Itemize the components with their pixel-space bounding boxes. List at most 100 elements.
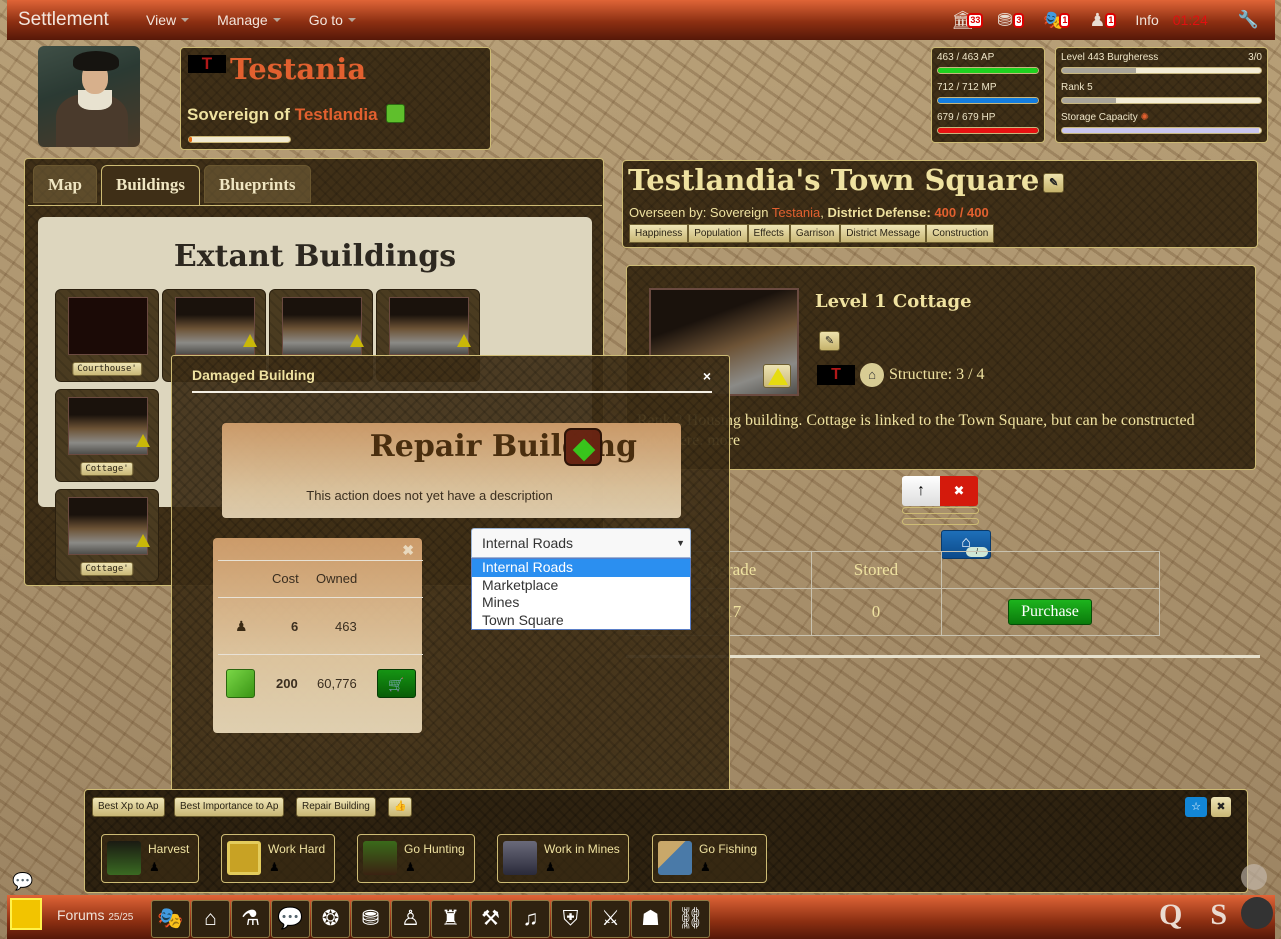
tab-bar: Map Buildings Blueprints	[33, 165, 311, 206]
compass-icon[interactable]	[1241, 864, 1267, 890]
realm-link[interactable]: Testlandia	[295, 105, 378, 124]
construction-button[interactable]: Construction	[926, 224, 995, 243]
menu-manage[interactable]: Manage	[217, 12, 281, 28]
info-link[interactable]: Info	[1135, 12, 1158, 28]
option-marketplace[interactable]: Marketplace	[472, 577, 690, 595]
gear-icon[interactable]: ✺	[1141, 112, 1149, 123]
close-icon[interactable]: ✖	[402, 542, 414, 559]
money-bag-icon[interactable]: ⛃	[351, 900, 390, 938]
cost-header: Cost	[272, 571, 299, 586]
job-label: Go Fishing	[699, 842, 758, 856]
warning-icon	[136, 534, 150, 547]
s-button[interactable]: S	[1210, 898, 1227, 932]
district-message-button[interactable]: District Message	[840, 224, 927, 243]
cost-value: 6	[291, 619, 299, 634]
purchase-button[interactable]: Purchase	[1008, 599, 1092, 625]
edit-icon[interactable]: ✎	[819, 331, 840, 351]
coins-badge: 3	[1013, 12, 1025, 28]
q-button[interactable]: Q	[1159, 898, 1182, 932]
house-icon[interactable]: ⌂	[191, 900, 230, 938]
best-importance-button[interactable]: Best Importance to Ap	[174, 797, 285, 817]
building-name[interactable]: Cottage'	[80, 562, 134, 576]
ap-stat: 463 / 463 AP	[937, 52, 1039, 74]
building-card[interactable]: Cottage'	[55, 489, 159, 582]
chat-icon[interactable]: 💬	[12, 872, 33, 892]
theater-masks-icon[interactable]: 🎭	[151, 900, 190, 938]
person-icon: ♟	[700, 860, 711, 874]
menu-view[interactable]: View	[146, 12, 190, 28]
brand-link[interactable]: Settlement	[18, 9, 146, 31]
effects-button[interactable]: Effects	[747, 224, 790, 243]
tab-map[interactable]: Map	[33, 165, 97, 203]
garrison-button[interactable]: Garrison	[789, 224, 841, 243]
job-go-fishing[interactable]: Go Fishing ♟	[652, 834, 767, 883]
repair-building-button[interactable]: Repair Building	[296, 797, 376, 817]
chevron-down-icon	[272, 18, 281, 22]
district-select[interactable]: Internal Roads ▼	[471, 528, 691, 558]
storage-bar	[1061, 127, 1262, 134]
building-card[interactable]: Courthouse'	[55, 289, 159, 382]
town-button-group: Happiness Population Effects Garrison Di…	[629, 224, 995, 243]
avatar[interactable]	[38, 46, 140, 147]
shield-fire-icon[interactable]: ⛨	[551, 900, 590, 938]
job-work-hard[interactable]: Work Hard ♟	[221, 834, 335, 883]
slot-bar	[902, 507, 979, 514]
job-harvest[interactable]: Harvest ♟	[101, 834, 199, 883]
work-hard-icon	[227, 841, 261, 875]
move-controls: ↑ ✖	[902, 476, 978, 506]
forums-link[interactable]: Forums 25/25	[57, 907, 133, 923]
building-name[interactable]: Cottage'	[80, 462, 134, 476]
cost-value: 200	[276, 676, 298, 691]
monk-icon[interactable]: ☗	[631, 900, 670, 938]
edit-icon[interactable]: ✎	[1043, 173, 1065, 193]
star-icon[interactable]: ☆	[1185, 797, 1207, 817]
seal-icon[interactable]: ❂	[311, 900, 350, 938]
wrench-icon[interactable]: 🔧	[1238, 10, 1259, 30]
building-card[interactable]: Cottage'	[55, 389, 159, 482]
title-prefix: Sovereign of	[187, 105, 290, 124]
crossed-swords-icon[interactable]: ⚔	[591, 900, 630, 938]
logo-icon[interactable]	[10, 898, 42, 930]
overseer-link[interactable]: Testania	[772, 205, 820, 220]
option-town-square[interactable]: Town Square	[472, 612, 690, 630]
close-icon[interactable]: ✖	[1211, 797, 1231, 817]
level-bar-fill	[1062, 68, 1136, 73]
realm-icon[interactable]	[386, 104, 406, 123]
close-icon[interactable]: ×	[703, 368, 711, 384]
banner-flag-icon: T	[817, 365, 855, 385]
coins-icon[interactable]: ⛃ 3	[997, 10, 1025, 31]
tower-icon[interactable]: ♜	[431, 900, 470, 938]
best-xp-button[interactable]: Best Xp to Ap	[92, 797, 165, 817]
speech-icon[interactable]: 💬	[271, 900, 310, 938]
menu-goto[interactable]: Go to	[309, 12, 356, 28]
town-title: Testlandia's Town Square ✎	[628, 163, 1065, 197]
building-name[interactable]: Courthouse'	[72, 362, 142, 376]
status-circle[interactable]	[1241, 897, 1273, 929]
tab-buildings[interactable]: Buildings	[101, 165, 200, 206]
person-icon: ♟	[269, 860, 280, 874]
lyre-icon[interactable]: ♫	[511, 900, 550, 938]
option-mines[interactable]: Mines	[472, 594, 690, 612]
character-name[interactable]: Testania	[230, 52, 366, 86]
remove-icon[interactable]: ✖	[940, 476, 978, 506]
buildings-icon[interactable]: 🏛 33	[951, 10, 984, 31]
courthouse-image	[68, 297, 148, 355]
warning-icon[interactable]	[763, 364, 791, 388]
happiness-button[interactable]: Happiness	[629, 224, 689, 243]
job-label: Work Hard	[268, 842, 326, 856]
tab-blueprints[interactable]: Blueprints	[204, 165, 311, 203]
job-go-hunting[interactable]: Go Hunting ♟	[357, 834, 475, 883]
priest-icon[interactable]: ♙	[391, 900, 430, 938]
job-work-in-mines[interactable]: Work in Mines ♟	[497, 834, 629, 883]
bust-icon[interactable]: ♟ 1	[1089, 10, 1117, 31]
cauldron-icon[interactable]: ⚗	[231, 900, 270, 938]
pick-shovel-icon[interactable]: ⚒	[471, 900, 510, 938]
population-button[interactable]: Population	[688, 224, 748, 243]
cart-icon[interactable]: 🛒	[377, 669, 416, 698]
clock: 01:24	[1172, 12, 1208, 28]
arrow-up-icon[interactable]: ↑	[902, 476, 940, 506]
theater-masks-icon[interactable]: 🎭 1	[1043, 10, 1071, 31]
thumbs-up-icon[interactable]: 👍	[388, 797, 413, 817]
option-internal-roads[interactable]: Internal Roads	[472, 559, 690, 577]
shackles-icon[interactable]: ⛓	[671, 900, 710, 938]
